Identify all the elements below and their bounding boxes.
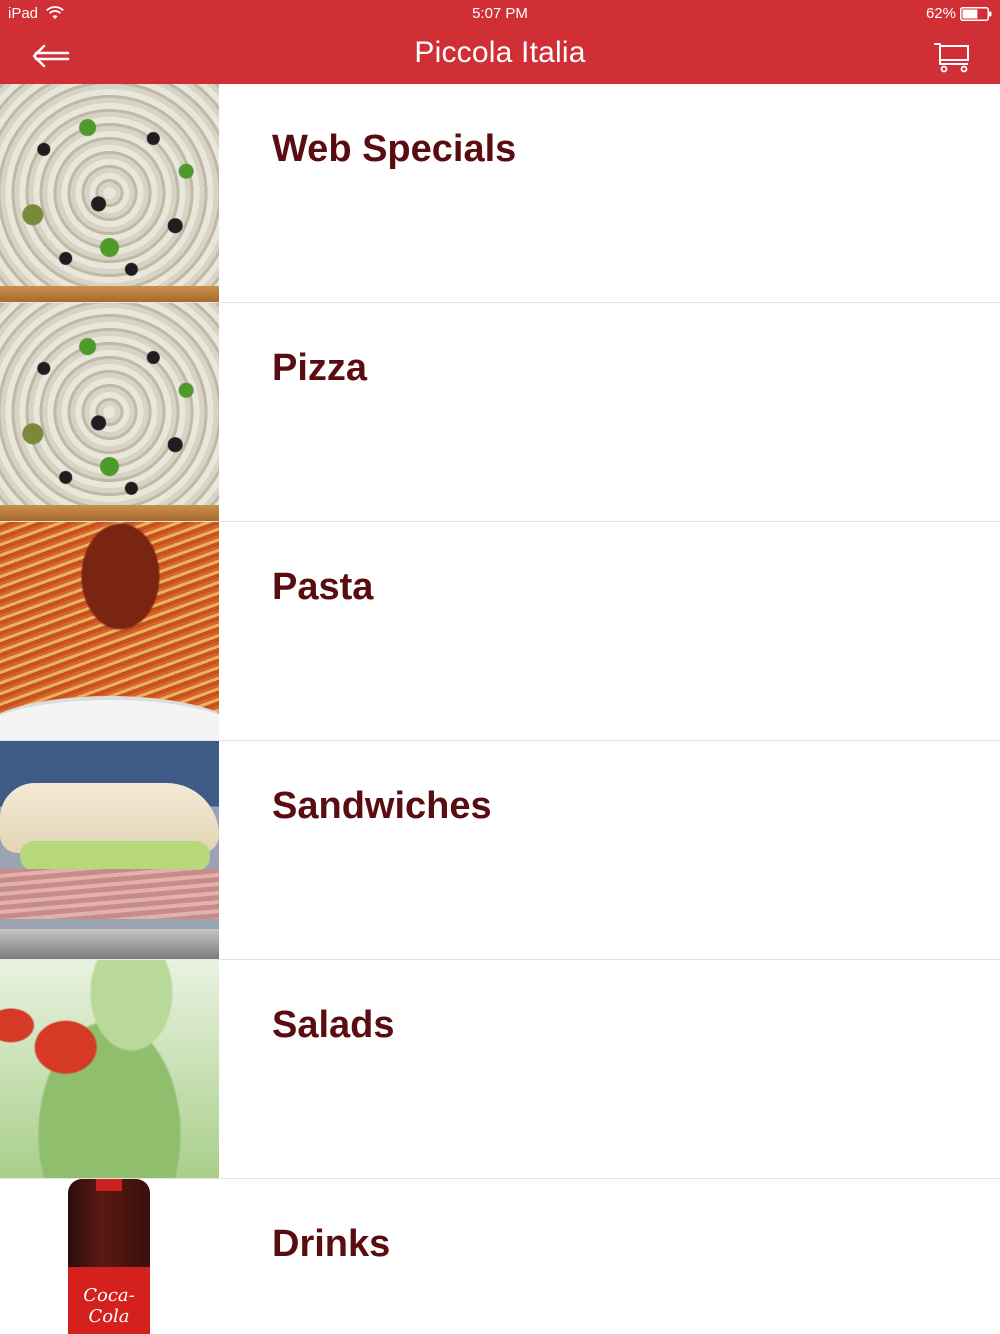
category-label: Pizza [272,347,368,389]
pizza-image [0,84,219,302]
top-bar: iPad 5:07 PM 62% Piccola Italia [0,0,1000,84]
app-root: iPad 5:07 PM 62% Piccola Italia Web Spec… [0,0,1000,1334]
sandwich-image [0,741,219,959]
category-row-pasta[interactable]: Pasta [0,522,1000,741]
pizza-image [0,303,219,521]
category-row-drinks[interactable]: Coca-Cola Drinks [0,1179,1000,1334]
category-row-sandwiches[interactable]: Sandwiches [0,741,1000,960]
category-list: Web Specials Pizza Pasta Sandwiches Sala… [0,84,1000,1334]
page-title: Piccola Italia [414,36,586,69]
salad-image [0,960,219,1178]
category-row-salads[interactable]: Salads [0,960,1000,1179]
battery-icon [960,7,992,21]
category-row-web-specials[interactable]: Web Specials [0,84,1000,303]
soda-bottle-image: Coca-Cola [0,1179,219,1334]
category-label: Salads [272,1004,395,1046]
category-row-pizza[interactable]: Pizza [0,303,1000,522]
status-time: 5:07 PM [472,5,528,22]
category-label: Pasta [272,566,374,608]
category-label: Sandwiches [272,785,492,827]
pasta-image [0,522,219,740]
navigation-bar: Piccola Italia [0,28,1000,84]
battery-percentage: 62% [925,5,956,22]
bottle-logo-text: Coca-Cola [83,1285,135,1327]
status-bar: iPad 5:07 PM 62% [0,0,1000,28]
shopping-cart-icon[interactable] [932,38,972,74]
category-label: Web Specials [272,128,517,170]
category-label: Drinks [272,1223,391,1265]
